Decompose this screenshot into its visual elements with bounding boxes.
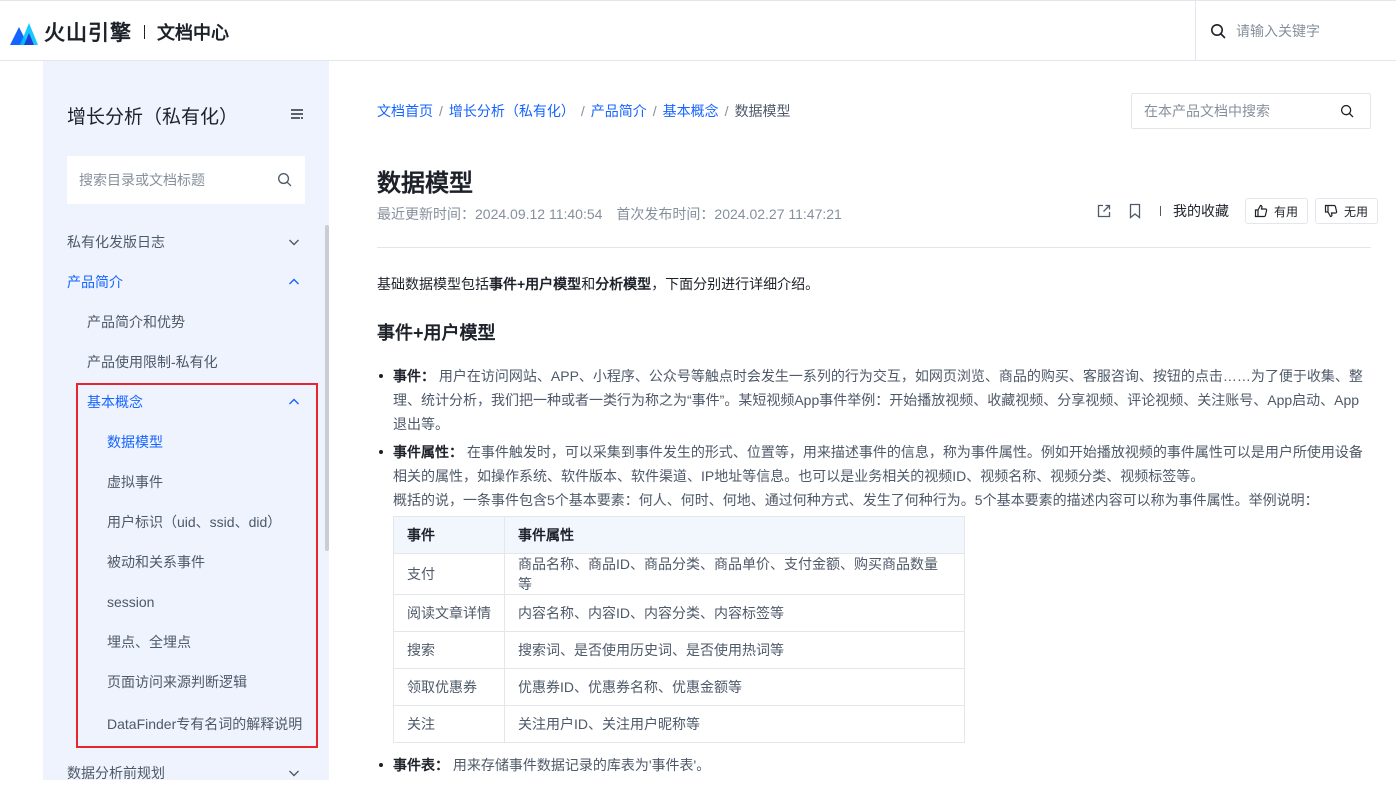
sidebar-item-usage-limits[interactable]: 产品使用限制-私有化 bbox=[87, 342, 307, 382]
table-header: 事件 bbox=[393, 516, 505, 554]
list-item: 事件： 用户在访问网站、APP、小程序、公众号等触点时会发生一系列的行为交互，如… bbox=[377, 364, 1367, 436]
sidebar-title: 增长分析（私有化） bbox=[67, 107, 239, 128]
sidebar-item-label: 产品简介和优势 bbox=[87, 314, 185, 330]
highlight-box bbox=[76, 383, 318, 748]
table-row: 支付 商品名称、商品ID、商品分类、商品单价、支付金额、购买商品数量等 bbox=[393, 553, 965, 595]
global-search-placeholder: 请输入关键字 bbox=[1236, 23, 1320, 39]
breadcrumb-current: 数据模型 bbox=[734, 103, 791, 119]
search-icon bbox=[278, 173, 292, 187]
logo-divider bbox=[144, 25, 145, 39]
intro-bold: 事件+用户模型 bbox=[489, 276, 582, 292]
thumbs-up-icon bbox=[1254, 204, 1268, 218]
table-cell: 内容名称、内容ID、内容分类、内容标签等 bbox=[504, 594, 965, 632]
table-row: 关注 关注用户ID、关注用户昵称等 bbox=[393, 705, 965, 743]
published-time: 首次发布时间：2024.02.27 11:47:21 bbox=[616, 206, 842, 222]
doc-center-label: 文档中心 bbox=[157, 23, 229, 43]
table-cell: 搜索 bbox=[393, 631, 505, 669]
logo[interactable]: 火山引擎 文档中心 bbox=[10, 19, 229, 45]
section-heading: 事件+用户模型 bbox=[377, 323, 496, 343]
page-title: 数据模型 bbox=[377, 170, 473, 197]
breadcrumb-link[interactable]: 增长分析（私有化） bbox=[449, 101, 575, 121]
table-cell: 优惠券ID、优惠券名称、优惠金额等 bbox=[504, 668, 965, 706]
event-table: 事件 事件属性 支付 商品名称、商品ID、商品分类、商品单价、支付金额、购买商品… bbox=[393, 516, 965, 743]
bullet-text: 在事件触发时，可以采集到事件发生的形式、位置等，用来描述事件的信息，称为事件属性… bbox=[393, 444, 1363, 484]
table-cell: 商品名称、商品ID、商品分类、商品单价、支付金额、购买商品数量等 bbox=[504, 553, 965, 595]
sidebar-search-input[interactable]: 搜索目录或文档标题 bbox=[67, 156, 305, 204]
share-icon[interactable] bbox=[1096, 203, 1112, 219]
breadcrumb-link[interactable]: 基本概念 bbox=[663, 101, 719, 121]
action-divider bbox=[1160, 206, 1161, 216]
intro-paragraph: 基础数据模型包括事件+用户模型和分析模型，下面分别进行详细介绍。 bbox=[377, 274, 819, 294]
sidebar-item-intro-advantages[interactable]: 产品简介和优势 bbox=[87, 302, 307, 342]
table-row: 阅读文章详情 内容名称、内容ID、内容分类、内容标签等 bbox=[393, 594, 965, 632]
breadcrumb-link[interactable]: 产品简介 bbox=[591, 101, 647, 121]
table-cell: 关注 bbox=[393, 705, 505, 743]
intro-text: 和 bbox=[581, 276, 596, 292]
breadcrumb-separator: / bbox=[439, 103, 443, 119]
search-icon bbox=[1211, 24, 1226, 39]
brand-name: 火山引擎 bbox=[44, 22, 132, 45]
useful-button[interactable]: 有用 bbox=[1245, 198, 1309, 224]
intro-bold: 分析模型 bbox=[595, 276, 652, 292]
breadcrumb: 文档首页 / 增长分析（私有化） / 产品简介 / 基本概念 / 数据模型 bbox=[377, 101, 791, 121]
useless-label: 无用 bbox=[1344, 204, 1369, 219]
sidebar-item-release-log[interactable]: 私有化发版日志 bbox=[67, 222, 307, 262]
sidebar-item-label: 数据分析前规划 bbox=[67, 765, 165, 781]
intro-text: ，下面分别进行详细介绍。 bbox=[651, 276, 820, 292]
bullet-list: 事件： 用户在访问网站、APP、小程序、公众号等触点时会发生一系列的行为交互，如… bbox=[377, 364, 1367, 512]
chevron-down-icon bbox=[289, 239, 299, 246]
sidebar-item-analysis-planning[interactable]: 数据分析前规划 bbox=[67, 753, 307, 793]
updated-time: 最近更新时间：2024.09.12 11:40:54 bbox=[377, 206, 603, 222]
product-doc-search-input[interactable]: 在本产品文档中搜索 bbox=[1131, 93, 1371, 129]
table-cell: 阅读文章详情 bbox=[393, 594, 505, 632]
table-row: 搜索 搜索词、是否使用历史词、是否使用热词等 bbox=[393, 631, 965, 669]
table-header: 事件属性 bbox=[504, 516, 965, 554]
bullet-term: 事件表： bbox=[393, 757, 449, 773]
chevron-up-icon bbox=[289, 278, 299, 285]
table-cell: 支付 bbox=[393, 553, 505, 595]
bullet-text: 用来存储事件数据记录的库表为'事件表'。 bbox=[449, 757, 711, 773]
breadcrumb-separator: / bbox=[724, 103, 729, 119]
table-cell: 关注用户ID、关注用户昵称等 bbox=[504, 705, 965, 743]
breadcrumb-separator: / bbox=[580, 103, 585, 119]
volcengine-logo-icon bbox=[10, 23, 38, 45]
sidebar-search-placeholder: 搜索目录或文档标题 bbox=[79, 172, 205, 188]
my-favorites-link[interactable]: 我的收藏 bbox=[1173, 201, 1229, 221]
article-actions: 我的收藏 有用 无用 bbox=[1096, 198, 1385, 224]
top-header: 火山引擎 文档中心 请输入关键字 bbox=[0, 0, 1396, 61]
article-meta: 最近更新时间：2024.09.12 11:40:54 首次发布时间：2024.02… bbox=[377, 204, 842, 224]
product-doc-search-placeholder: 在本产品文档中搜索 bbox=[1144, 103, 1270, 119]
title-divider bbox=[377, 247, 1371, 248]
sidebar-item-label: 产品使用限制-私有化 bbox=[87, 354, 218, 370]
bullet-text: 用户在访问网站、APP、小程序、公众号等触点时会发生一系列的行为交互，如网页浏览… bbox=[393, 368, 1363, 432]
useless-button[interactable]: 无用 bbox=[1315, 198, 1379, 224]
intro-text: 基础数据模型包括 bbox=[377, 276, 489, 292]
list-item: 事件属性： 在事件触发时，可以采集到事件发生的形式、位置等，用来描述事件的信息，… bbox=[377, 440, 1367, 512]
bullet-term: 事件： bbox=[393, 368, 435, 384]
table-cell: 搜索词、是否使用历史词、是否使用热词等 bbox=[504, 631, 965, 669]
table-row: 领取优惠券 优惠券ID、优惠券名称、优惠金额等 bbox=[393, 668, 965, 706]
thumbs-down-icon bbox=[1324, 204, 1338, 218]
menu-collapse-icon[interactable] bbox=[290, 107, 304, 121]
sidebar-item-label: 私有化发版日志 bbox=[67, 234, 165, 250]
breadcrumb-separator: / bbox=[652, 103, 657, 119]
sidebar-item-product-intro[interactable]: 产品简介 bbox=[67, 262, 307, 302]
bullet-term: 事件属性： bbox=[393, 444, 463, 460]
table-cell: 领取优惠券 bbox=[393, 668, 505, 706]
sidebar: 增长分析（私有化） 搜索目录或文档标题 私有化发版日志 产品简介 产品简介和优势… bbox=[43, 61, 329, 781]
list-item: 事件表： 用来存储事件数据记录的库表为'事件表'。 bbox=[377, 753, 710, 777]
sidebar-item-label: 产品简介 bbox=[67, 274, 123, 290]
breadcrumb-link[interactable]: 文档首页 bbox=[377, 101, 433, 121]
useful-label: 有用 bbox=[1274, 204, 1299, 219]
bookmark-icon[interactable] bbox=[1127, 203, 1143, 219]
chevron-down-icon bbox=[289, 770, 299, 777]
search-icon bbox=[1340, 104, 1354, 118]
sidebar-scrollbar[interactable] bbox=[325, 225, 329, 551]
bullet-extra-text: 概括的说，一条事件包含5个基本要素：何人、何时、何地、通过何种方式、发生了何种行… bbox=[393, 492, 1319, 508]
global-search-input[interactable]: 请输入关键字 bbox=[1195, 1, 1396, 61]
table-header-row: 事件 事件属性 bbox=[393, 516, 965, 554]
